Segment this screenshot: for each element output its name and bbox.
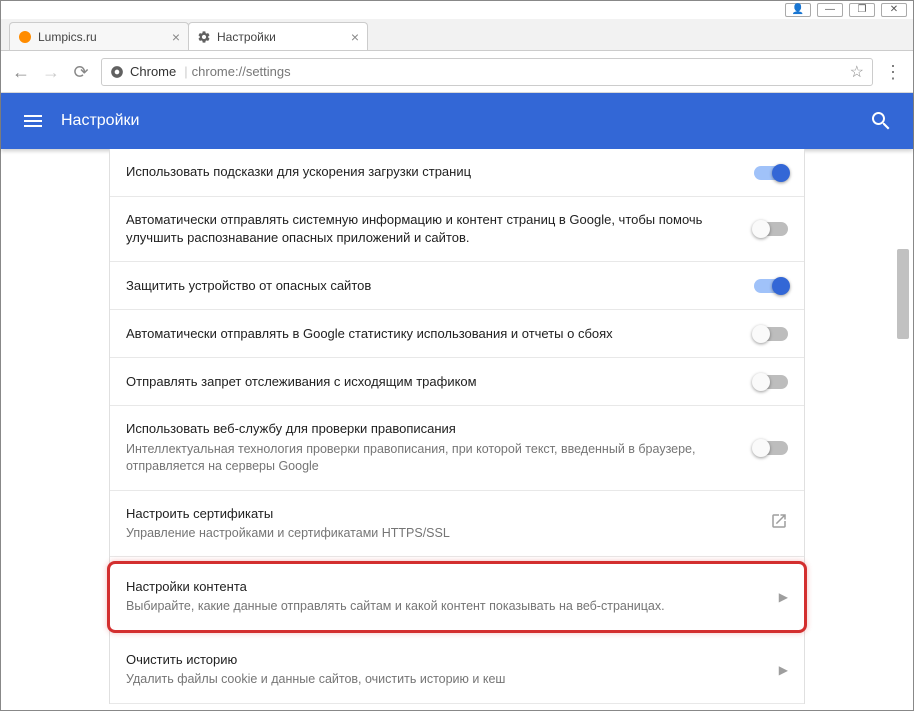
setting-title: Использовать веб-службу для проверки пра… (126, 420, 738, 438)
tab-lumpics[interactable]: Lumpics.ru × (9, 22, 189, 50)
setting-action: ▶ (779, 661, 788, 679)
hamburger-menu-icon[interactable] (21, 109, 45, 133)
tab-close-icon[interactable]: × (172, 29, 180, 45)
setting-text: Защитить устройство от опасных сайтов (126, 277, 738, 295)
chevron-right-icon: ▶ (779, 663, 788, 677)
tab-strip: Lumpics.ru × Настройки × (1, 19, 913, 51)
setting-action (754, 166, 788, 180)
setting-row[interactable]: Настроить сертификаты Управление настройк… (110, 491, 804, 558)
highlighted-row: Настройки контента Выбирайте, какие данны… (107, 561, 807, 633)
setting-title: Автоматически отправлять в Google статис… (126, 325, 738, 343)
forward-button[interactable]: → (41, 62, 61, 82)
browser-toolbar: ← → ⟳ Chrome | chrome://settings ☆ ⋮ (1, 51, 913, 93)
url-text: chrome://settings (192, 64, 850, 79)
toggle-switch[interactable] (754, 375, 788, 389)
setting-action (754, 279, 788, 293)
toggle-knob (752, 325, 770, 343)
setting-title: Автоматически отправлять системную инфор… (126, 211, 738, 247)
tab-close-icon[interactable]: × (351, 29, 359, 45)
setting-row[interactable]: Отправлять запрет отслеживания с исходящ… (110, 358, 804, 406)
setting-subtitle: Выбирайте, какие данные отправлять сайта… (126, 598, 763, 616)
address-bar[interactable]: Chrome | chrome://settings ☆ (101, 58, 873, 86)
favicon-settings (197, 30, 211, 44)
toggle-knob (752, 373, 770, 391)
reload-button[interactable]: ⟳ (71, 62, 91, 82)
toggle-switch[interactable] (754, 441, 788, 455)
back-button[interactable]: ← (11, 62, 31, 82)
chevron-right-icon: ▶ (779, 590, 788, 604)
settings-list: Использовать подсказки для ускорения заг… (109, 149, 805, 704)
setting-subtitle: Управление настройками и сертификатами H… (126, 525, 754, 543)
setting-text: Настроить сертификаты Управление настройк… (126, 505, 754, 543)
setting-text: Использовать веб-службу для проверки пра… (126, 420, 738, 475)
search-icon[interactable] (869, 109, 893, 133)
scrollbar-thumb[interactable] (897, 249, 909, 339)
setting-subtitle: Удалить файлы cookie и данные сайтов, оч… (126, 671, 763, 689)
setting-text: Использовать подсказки для ускорения заг… (126, 163, 738, 181)
chrome-page-icon (110, 65, 124, 79)
setting-row[interactable]: Защитить устройство от опасных сайтов (110, 262, 804, 310)
window-controls: 👤 — ❐ ✕ (785, 3, 907, 17)
toggle-switch[interactable] (754, 327, 788, 341)
setting-title: Настроить сертификаты (126, 505, 754, 523)
scrollbar[interactable] (897, 149, 911, 439)
setting-action (770, 512, 788, 535)
toggle-knob (752, 220, 770, 238)
external-link-icon (770, 512, 788, 530)
favicon-lumpics (18, 30, 32, 44)
maximize-button[interactable]: ❐ (849, 3, 875, 17)
setting-row[interactable]: Настройки контента Выбирайте, какие данны… (110, 564, 804, 630)
window-titlebar: 👤 — ❐ ✕ (1, 1, 913, 19)
setting-action (754, 375, 788, 389)
toggle-switch[interactable] (754, 166, 788, 180)
setting-row[interactable]: Автоматически отправлять системную инфор… (110, 197, 804, 262)
toggle-knob (772, 277, 790, 295)
setting-row[interactable]: Использовать подсказки для ускорения заг… (110, 149, 804, 197)
setting-title: Защитить устройство от опасных сайтов (126, 277, 738, 295)
toggle-switch[interactable] (754, 279, 788, 293)
tab-title: Настройки (217, 30, 345, 44)
setting-title: Настройки контента (126, 578, 763, 596)
setting-text: Автоматически отправлять системную инфор… (126, 211, 738, 247)
setting-action (754, 327, 788, 341)
setting-title: Отправлять запрет отслеживания с исходящ… (126, 373, 738, 391)
tab-title: Lumpics.ru (38, 30, 166, 44)
setting-action (754, 222, 788, 236)
setting-action: ▶ (779, 588, 788, 606)
setting-title: Очистить историю (126, 651, 763, 669)
settings-title: Настройки (61, 112, 869, 130)
setting-text: Отправлять запрет отслеживания с исходящ… (126, 373, 738, 391)
settings-content: Использовать подсказки для ускорения заг… (1, 149, 913, 710)
toggle-knob (752, 439, 770, 457)
minimize-button[interactable]: — (817, 3, 843, 17)
tab-settings[interactable]: Настройки × (188, 22, 368, 50)
url-prefix: Chrome (130, 64, 176, 79)
setting-text: Очистить историю Удалить файлы cookie и д… (126, 651, 763, 689)
setting-text: Настройки контента Выбирайте, какие данны… (126, 578, 763, 616)
setting-title: Использовать подсказки для ускорения заг… (126, 163, 738, 181)
settings-appbar: Настройки (1, 93, 913, 149)
close-button[interactable]: ✕ (881, 3, 907, 17)
toggle-knob (772, 164, 790, 182)
setting-action (754, 441, 788, 455)
setting-row[interactable]: Очистить историю Удалить файлы cookie и д… (110, 637, 804, 704)
setting-row[interactable]: Использовать веб-службу для проверки пра… (110, 406, 804, 490)
setting-row[interactable]: Автоматически отправлять в Google статис… (110, 310, 804, 358)
toggle-switch[interactable] (754, 222, 788, 236)
browser-menu-button[interactable]: ⋮ (883, 62, 903, 82)
user-button[interactable]: 👤 (785, 3, 811, 17)
bookmark-star-icon[interactable]: ☆ (850, 62, 864, 82)
setting-subtitle: Интеллектуальная технология проверки пра… (126, 441, 738, 476)
setting-text: Автоматически отправлять в Google статис… (126, 325, 738, 343)
